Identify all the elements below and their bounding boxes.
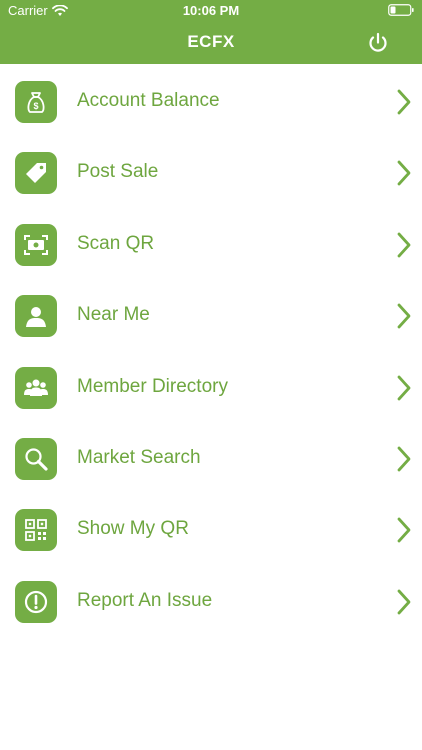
app-title: ECFX <box>187 32 235 51</box>
group-icon <box>24 379 48 396</box>
chevron-right-icon <box>397 589 411 615</box>
person-icon <box>26 307 46 328</box>
top-bar: Carrier 10:06 PM ECFX <box>0 0 422 64</box>
menu-icon-badge <box>15 509 57 552</box>
menu-item-show-my-qr[interactable]: Show My QR <box>0 494 422 565</box>
magnifier-icon <box>25 448 48 471</box>
menu-item-scan-qr[interactable]: Scan QR <box>0 209 422 280</box>
power-icon[interactable] <box>366 31 390 55</box>
menu-icon-badge: $ <box>15 81 57 123</box>
menu-item-label: Account Balance <box>77 90 220 111</box>
chevron-right-icon <box>397 160 411 186</box>
menu-icon-badge <box>15 223 57 266</box>
menu-item-label: Report An Issue <box>77 589 213 611</box>
menu-item-label: Post Sale <box>77 161 159 183</box>
alert-icon <box>24 590 48 613</box>
money-bag-icon: $ <box>27 92 45 113</box>
menu-item-label: Market Search <box>77 446 201 468</box>
chevron-right-icon <box>397 89 411 115</box>
chevron-right-icon <box>397 446 411 472</box>
menu-icon-badge <box>15 580 57 623</box>
menu-item-label: Near Me <box>77 304 150 326</box>
menu-icon-badge <box>15 366 57 409</box>
menu-item-label: Scan QR <box>77 232 155 254</box>
main-menu: $ Account Balance Post Sale Scan QR Near… <box>0 66 422 637</box>
chevron-right-icon <box>397 517 411 543</box>
menu-icon-badge <box>15 152 57 195</box>
status-bar: Carrier 10:06 PM <box>0 0 422 22</box>
svg-text:$: $ <box>33 101 38 111</box>
menu-item-account-balance[interactable]: $ Account Balance <box>0 66 422 137</box>
menu-item-near-me[interactable]: Near Me <box>0 280 422 351</box>
battery-icon <box>388 4 414 16</box>
qr-code-icon <box>25 519 47 542</box>
menu-item-label: Member Directory <box>77 375 228 397</box>
menu-icon-badge <box>15 437 57 480</box>
scan-icon <box>24 234 48 255</box>
status-time: 10:06 PM <box>182 3 240 18</box>
chevron-right-icon <box>397 375 411 400</box>
menu-item-report-an-issue[interactable]: Report An Issue <box>0 566 422 637</box>
chevron-right-icon <box>397 303 411 329</box>
menu-item-post-sale[interactable]: Post Sale <box>0 137 422 208</box>
chevron-right-icon <box>397 232 411 258</box>
menu-item-market-search[interactable]: Market Search <box>0 423 422 494</box>
menu-item-member-directory[interactable]: Member Directory <box>0 352 422 423</box>
menu-icon-badge <box>15 295 57 338</box>
menu-item-label: Show My QR <box>77 518 189 540</box>
price-tag-icon <box>26 163 46 184</box>
nav-bar: ECFX <box>0 22 422 64</box>
